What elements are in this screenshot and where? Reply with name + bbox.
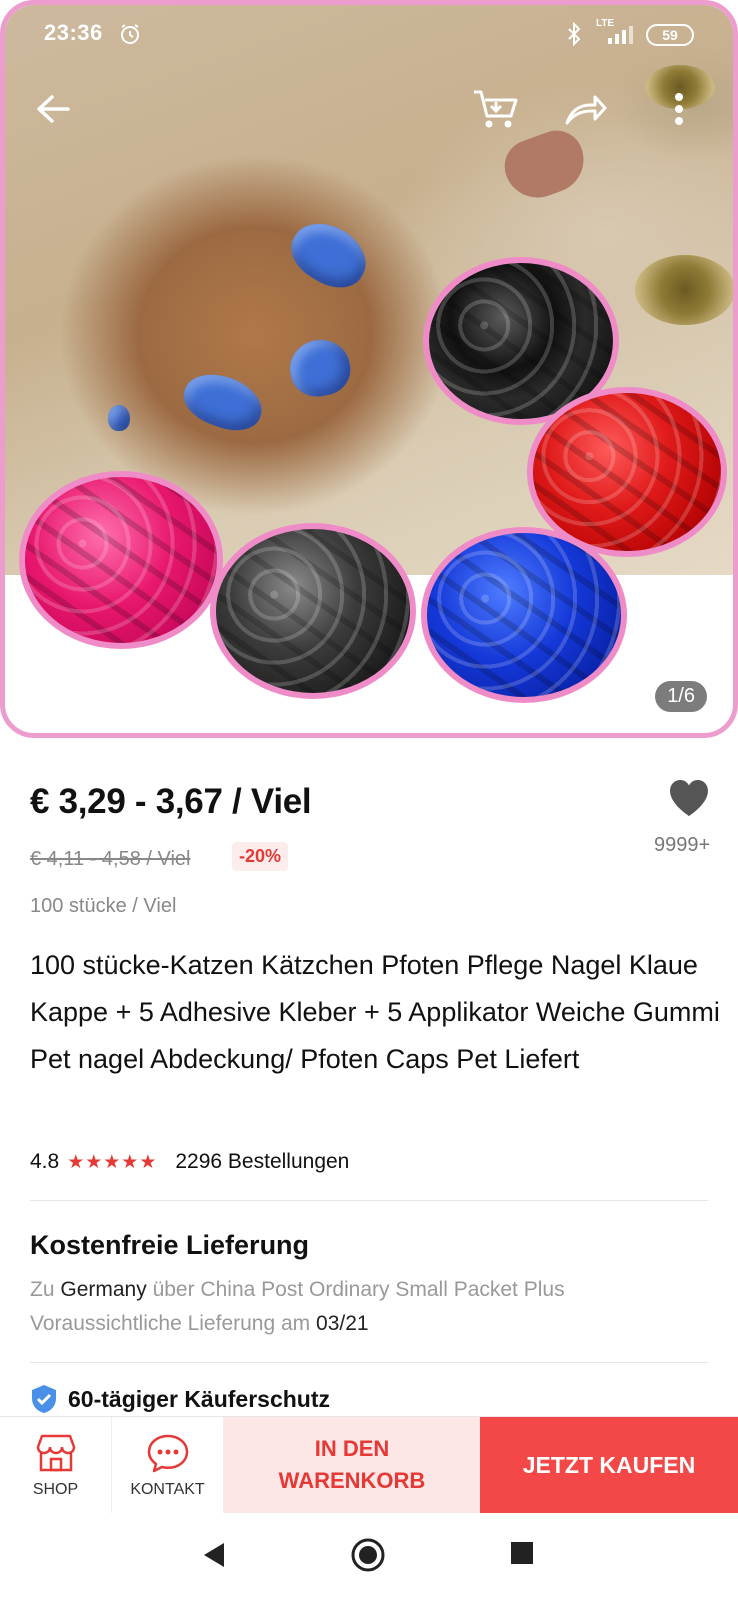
contact-label: KONTAKT [130, 1480, 205, 1498]
page-indicator: 1/6 [655, 681, 707, 712]
cat-nose [497, 123, 593, 207]
buy-now-label: JETZT KAUFEN [522, 1451, 696, 1478]
star-rating-icon: ★★★★★ [67, 1151, 158, 1173]
nav-home-button[interactable] [350, 1537, 386, 1578]
nav-recents-button[interactable] [510, 1541, 534, 1570]
discount-badge: -20% [232, 842, 289, 871]
claw-cap [108, 405, 130, 431]
square-recents-icon [511, 1542, 533, 1564]
divider [30, 1200, 708, 1201]
status-time: 23:36 [44, 20, 103, 45]
chat-bubble-icon [147, 1434, 188, 1472]
eta-date: 03/21 [316, 1312, 369, 1335]
buyer-protection[interactable]: 60-tägiger Käuferschutz [30, 1384, 330, 1414]
status-bar: 23:36 LTE 59 [0, 0, 738, 68]
wishlist-button[interactable] [668, 778, 710, 818]
cart-icon [474, 90, 518, 128]
back-button[interactable] [28, 84, 78, 134]
rating-row[interactable]: 4.8 ★★★★★ 2296 Bestellungen [30, 1150, 349, 1174]
circle-home-icon [351, 1538, 385, 1572]
pink-caps-circle [19, 471, 223, 649]
triangle-back-icon [204, 1543, 224, 1567]
add-to-cart-button[interactable]: IN DEN WARENKORB [224, 1417, 480, 1513]
divider [30, 1362, 708, 1363]
shipping-route: Zu Germany über China Post Ordinary Smal… [30, 1278, 565, 1302]
cart-button[interactable] [470, 84, 520, 134]
original-price: € 4,11 - 4,58 / Viel [30, 848, 191, 870]
rating-value: 4.8 [30, 1150, 60, 1173]
shipping-method: über China Post Ordinary Small Packet Pl… [152, 1278, 565, 1301]
more-vertical-icon [675, 93, 683, 125]
battery-indicator: 59 [646, 24, 694, 46]
nav-back-button[interactable] [202, 1541, 226, 1574]
bottom-action-bar: SHOP KONTAKT IN DEN WARENKORB JETZT KAUF… [0, 1416, 738, 1514]
claw-cap [285, 335, 355, 401]
claw-cap [281, 211, 377, 299]
buyer-protection-label: 60-tägiger Käuferschutz [68, 1385, 331, 1412]
system-navigation-bar [0, 1513, 738, 1600]
unit-info: 100 stücke / Viel [30, 895, 177, 917]
wishlist-count: 9999+ [654, 834, 711, 856]
share-button[interactable] [560, 84, 610, 134]
product-price: € 3,29 - 3,67 / Viel [30, 782, 312, 821]
cat-eye [635, 255, 733, 325]
shop-label: SHOP [32, 1480, 79, 1498]
shield-check-icon [32, 1385, 56, 1413]
shipping-country: Germany [60, 1278, 147, 1301]
shipping-title[interactable]: Kostenfreie Lieferung [30, 1230, 309, 1261]
store-icon [36, 1434, 75, 1471]
claw-cap [176, 364, 270, 440]
product-title[interactable]: 100 stücke-Katzen Kätzchen Pfoten Pflege… [30, 942, 720, 1083]
heart-icon [670, 780, 708, 816]
shipping-eta: Voraussichtliche Lieferung am 03/21 [30, 1312, 369, 1336]
alarm-icon [118, 22, 142, 51]
contact-button[interactable]: KONTAKT [112, 1417, 224, 1514]
share-icon [565, 95, 607, 125]
arrow-left-icon [37, 95, 70, 123]
add-to-cart-label: IN DEN WARENKORB [278, 1436, 426, 1493]
product-image-gallery[interactable]: 1/6 [0, 0, 738, 738]
blue-caps-circle [421, 527, 627, 703]
shipping-to-prefix: Zu [30, 1278, 55, 1301]
more-options-button[interactable] [654, 84, 704, 134]
signal-icon [606, 24, 638, 49]
buy-now-button[interactable]: JETZT KAUFEN [480, 1417, 738, 1513]
shop-button[interactable]: SHOP [0, 1417, 112, 1514]
order-count: 2296 Bestellungen [175, 1150, 350, 1173]
gray-caps-circle [210, 523, 416, 699]
bluetooth-icon [566, 21, 582, 51]
eta-prefix: Voraussichtliche Lieferung am [30, 1312, 311, 1335]
